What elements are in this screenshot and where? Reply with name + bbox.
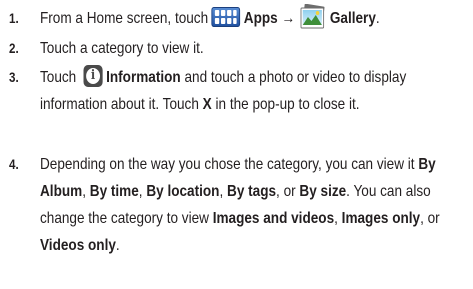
step-number: 4. [9,157,19,172]
step-number: 3. [9,70,19,85]
apps-icon [211,6,241,27]
gallery-icon [299,3,327,30]
info-icon: i [83,64,103,87]
step-text: Touch a category to view it. [40,40,204,57]
step-number: 1. [9,11,19,26]
instruction-steps: 1. From a Home screen, touch Apps → Galler… [0,0,473,289]
step-text: Depending on the way you chose the categ… [40,156,440,254]
step-text: From a Home screen, touch Apps → Gallery. [40,3,470,32]
step-text: Touch i Information and touch a photo or … [40,64,470,118]
step-number: 2. [9,41,19,56]
